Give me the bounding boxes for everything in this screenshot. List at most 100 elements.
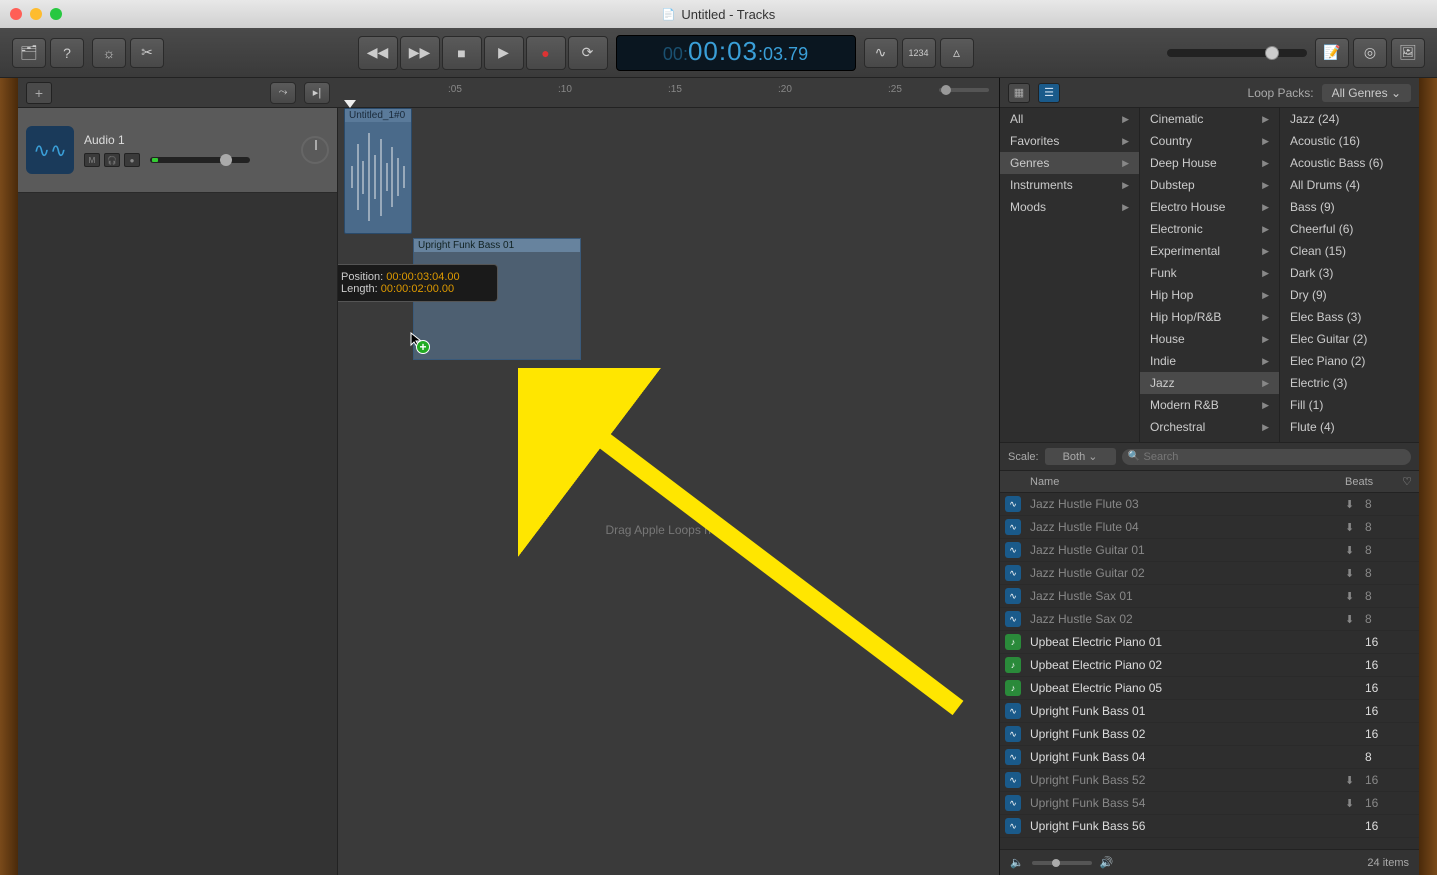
loop-row[interactable]: ∿Upright Funk Bass 0116	[1000, 700, 1419, 723]
mute-button[interactable]: M	[84, 153, 100, 167]
loop-row[interactable]: ∿Upright Funk Bass 54⬇16	[1000, 792, 1419, 815]
add-track-button[interactable]: +	[26, 82, 52, 104]
category-item[interactable]: Hip Hop/R&B▶	[1140, 306, 1279, 328]
loop-row[interactable]: ∿Upright Funk Bass 5616	[1000, 815, 1419, 838]
ruler[interactable]: :05 :10 :15 :20 :25	[338, 78, 999, 108]
category-item[interactable]: Hip Hop▶	[1140, 284, 1279, 306]
category-item[interactable]: Electronic▶	[1140, 218, 1279, 240]
category-item[interactable]: Deep House▶	[1140, 152, 1279, 174]
download-icon[interactable]: ⬇	[1345, 774, 1365, 787]
category-item[interactable]: Elec Guitar (2)	[1280, 328, 1419, 350]
playhead-icon[interactable]	[344, 100, 356, 108]
category-column-1[interactable]: All▶Favorites▶Genres▶Instruments▶Moods▶	[1000, 108, 1140, 442]
download-icon[interactable]: ⬇	[1345, 590, 1365, 603]
category-item[interactable]: House▶	[1140, 328, 1279, 350]
lcd-display[interactable]: 00: 00:03 :03.79	[616, 35, 856, 71]
notepad-button[interactable]: 📝	[1315, 38, 1349, 68]
loop-row[interactable]: ♪Upbeat Electric Piano 0516	[1000, 677, 1419, 700]
category-item[interactable]: Indie▶	[1140, 350, 1279, 372]
catch-button[interactable]: ▸|	[304, 82, 330, 104]
category-item[interactable]: Moods▶	[1000, 196, 1139, 218]
loop-browser-button[interactable]: ◎	[1353, 38, 1387, 68]
category-item[interactable]: Clean (15)	[1280, 240, 1419, 262]
category-item[interactable]: Elec Bass (3)	[1280, 306, 1419, 328]
cycle-button[interactable]: ⟳	[568, 36, 608, 70]
category-item[interactable]: Electro House▶	[1140, 196, 1279, 218]
track-icon[interactable]: ∿∿	[26, 126, 74, 174]
column-view-toggle[interactable]: ☰	[1038, 83, 1060, 103]
category-item[interactable]: Dark (3)	[1280, 262, 1419, 284]
category-column-2[interactable]: Cinematic▶Country▶Deep House▶Dubstep▶Ele…	[1140, 108, 1280, 442]
download-icon[interactable]: ⬇	[1345, 544, 1365, 557]
titlebar[interactable]: 📄 Untitled - Tracks	[0, 0, 1437, 28]
category-item[interactable]: Jazz▶	[1140, 372, 1279, 394]
category-item[interactable]: Jazz (24)	[1280, 108, 1419, 130]
count-in-button[interactable]: 1234	[902, 38, 936, 68]
automation-button[interactable]: ⤳	[270, 82, 296, 104]
category-item[interactable]: Electric (3)	[1280, 372, 1419, 394]
rewind-button[interactable]: ◀◀	[358, 36, 398, 70]
category-item[interactable]: All Drums (4)	[1280, 174, 1419, 196]
zoom-icon[interactable]	[50, 8, 62, 20]
loop-row[interactable]: ∿Jazz Hustle Flute 03⬇8	[1000, 493, 1419, 516]
forward-button[interactable]: ▶▶	[400, 36, 440, 70]
category-item[interactable]: Cinematic▶	[1140, 108, 1279, 130]
category-item[interactable]: Country▶	[1140, 130, 1279, 152]
editors-button[interactable]: ✂	[130, 38, 164, 68]
loop-row[interactable]: ∿Jazz Hustle Sax 02⬇8	[1000, 608, 1419, 631]
library-button[interactable]: 🗂	[12, 38, 46, 68]
loop-row[interactable]: ∿Upright Funk Bass 52⬇16	[1000, 769, 1419, 792]
play-button[interactable]: ▶	[484, 36, 524, 70]
record-button[interactable]: ●	[526, 36, 566, 70]
loop-row[interactable]: ∿Jazz Hustle Flute 04⬇8	[1000, 516, 1419, 539]
category-item[interactable]: Modern R&B▶	[1140, 394, 1279, 416]
download-icon[interactable]: ⬇	[1345, 521, 1365, 534]
category-item[interactable]: Experimental▶	[1140, 240, 1279, 262]
timeline[interactable]: Untitled_1#0 Upright Funk Bass 01 Positi…	[338, 108, 999, 875]
metronome-button[interactable]: ▵	[940, 38, 974, 68]
download-icon[interactable]: ⬇	[1345, 498, 1365, 511]
loop-row[interactable]: ♪Upbeat Electric Piano 0216	[1000, 654, 1419, 677]
loop-row[interactable]: ∿Upright Funk Bass 0216	[1000, 723, 1419, 746]
col-name[interactable]: Name	[1026, 476, 1345, 488]
audio-region[interactable]: Untitled_1#0	[344, 108, 412, 234]
loop-packs-select[interactable]: All Genres ⌄	[1322, 84, 1411, 102]
horizontal-zoom-slider[interactable]	[939, 88, 989, 92]
category-item[interactable]: Cheerful (6)	[1280, 218, 1419, 240]
category-item[interactable]: Fill (1)	[1280, 394, 1419, 416]
preview-volume-slider[interactable]	[1032, 861, 1092, 865]
quick-help-button[interactable]: ?	[50, 38, 84, 68]
stop-button[interactable]: ■	[442, 36, 482, 70]
category-item[interactable]: Dry (9)	[1280, 284, 1419, 306]
category-item[interactable]: Orchestral▶	[1140, 416, 1279, 438]
button-view-toggle[interactable]: ▦	[1008, 83, 1030, 103]
download-icon[interactable]: ⬇	[1345, 797, 1365, 810]
track-row[interactable]: ∿∿ Audio 1 M 🎧 ●	[18, 108, 337, 193]
loop-list[interactable]: ∿Jazz Hustle Flute 03⬇8∿Jazz Hustle Flut…	[1000, 493, 1419, 849]
category-item[interactable]: All▶	[1000, 108, 1139, 130]
smart-controls-button[interactable]: ☼	[92, 38, 126, 68]
category-item[interactable]: Genres▶	[1000, 152, 1139, 174]
close-icon[interactable]	[10, 8, 22, 20]
col-favorite-icon[interactable]: ♡	[1395, 475, 1419, 488]
record-enable-button[interactable]: ●	[124, 153, 140, 167]
loop-row[interactable]: ∿Jazz Hustle Sax 01⬇8	[1000, 585, 1419, 608]
category-item[interactable]: Acoustic (16)	[1280, 130, 1419, 152]
category-item[interactable]: Favorites▶	[1000, 130, 1139, 152]
category-item[interactable]: Dubstep▶	[1140, 174, 1279, 196]
download-icon[interactable]: ⬇	[1345, 613, 1365, 626]
scale-select[interactable]: Both ⌄	[1045, 448, 1116, 465]
search-input[interactable]: Search	[1122, 449, 1412, 465]
solo-button[interactable]: 🎧	[104, 153, 120, 167]
download-icon[interactable]: ⬇	[1345, 567, 1365, 580]
category-item[interactable]: Acoustic Bass (6)	[1280, 152, 1419, 174]
category-item[interactable]: Bass (9)	[1280, 196, 1419, 218]
category-item[interactable]: Funk▶	[1140, 262, 1279, 284]
loop-row[interactable]: ∿Upright Funk Bass 048	[1000, 746, 1419, 769]
tuner-button[interactable]: ∿	[864, 38, 898, 68]
pan-knob[interactable]	[301, 136, 329, 164]
loop-row[interactable]: ∿Jazz Hustle Guitar 01⬇8	[1000, 539, 1419, 562]
category-item[interactable]: Flute (4)	[1280, 416, 1419, 438]
track-volume-slider[interactable]	[150, 157, 250, 163]
media-browser-button[interactable]: 🖼	[1391, 38, 1425, 68]
